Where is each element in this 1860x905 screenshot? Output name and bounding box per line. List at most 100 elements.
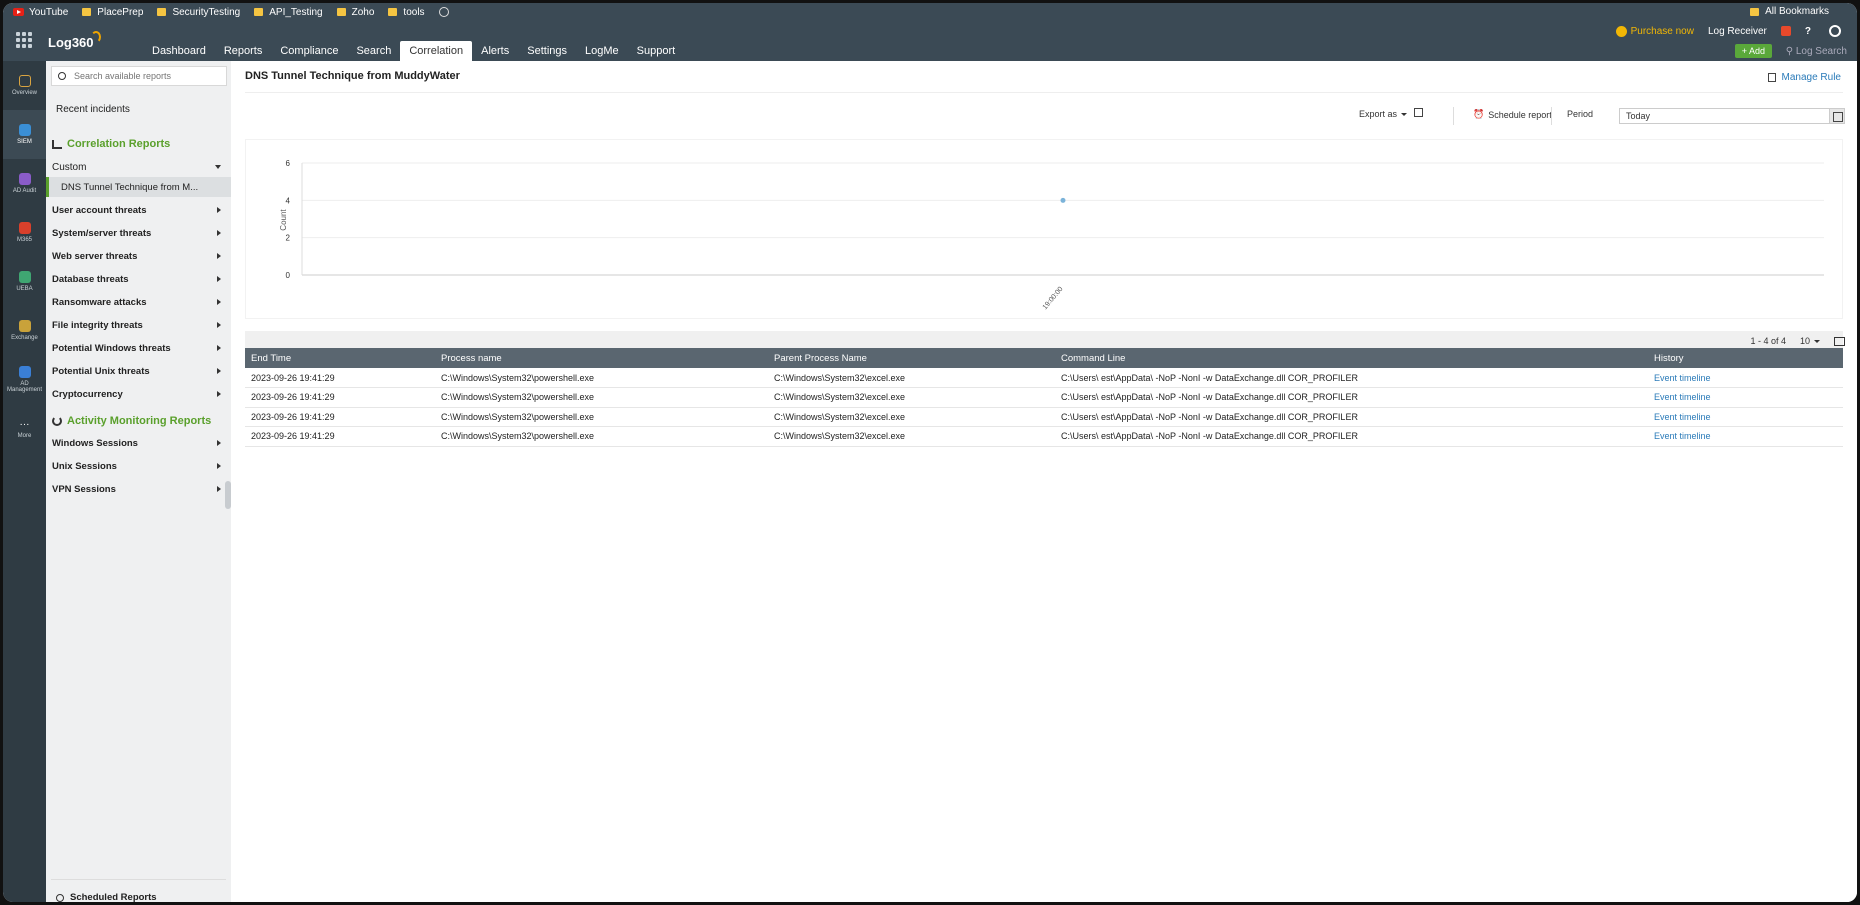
y-tick-label: 6	[286, 159, 291, 168]
log-receiver-link[interactable]: Log Receiver	[1708, 26, 1767, 37]
rail-more[interactable]: ··· More	[3, 404, 46, 453]
exchange-icon	[18, 320, 31, 332]
rail-ad-audit[interactable]: AD Audit	[3, 159, 46, 208]
category-windows-sessions[interactable]: Windows Sessions	[46, 433, 231, 453]
schedule-report-button[interactable]: ⏰ Schedule report	[1473, 109, 1552, 120]
rail-overview[interactable]: Overview	[3, 61, 46, 110]
export-dropdown[interactable]: Export as	[1359, 109, 1408, 119]
reports-sidebar: Recent incidents Correlation Reports Cus…	[46, 61, 231, 902]
col-history[interactable]: History	[1648, 348, 1843, 368]
tab-search[interactable]: Search	[347, 41, 400, 61]
category-web-server-threats[interactable]: Web server threats	[46, 246, 231, 266]
bookmarks-bar: YouTube PlacePrep SecurityTesting API_Te…	[3, 3, 1857, 21]
cell-end-time: 2023-09-26 19:41:29	[245, 407, 435, 427]
category-system-server-threats[interactable]: System/server threats	[46, 223, 231, 243]
bookmark-api-testing[interactable]: API_Testing	[254, 7, 323, 18]
y-axis-label: Count	[279, 209, 288, 231]
event-timeline-link[interactable]: Event timeline	[1648, 407, 1843, 427]
caret-right-icon	[217, 322, 221, 328]
cell-command-line: C:\Users\ est\AppData\ -NoP -NonI -w Dat…	[1055, 407, 1648, 427]
category-database-threats[interactable]: Database threats	[46, 269, 231, 289]
caret-down-icon	[1401, 112, 1408, 116]
tab-reports[interactable]: Reports	[215, 41, 272, 61]
report-search-input[interactable]	[74, 71, 214, 81]
report-dns-tunnel[interactable]: DNS Tunnel Technique from M...	[46, 177, 231, 197]
tab-dashboard[interactable]: Dashboard	[143, 41, 215, 61]
export-settings-icon[interactable]	[1414, 108, 1423, 117]
cart-icon	[1615, 25, 1627, 37]
rail-exchange[interactable]: Exchange	[3, 306, 46, 355]
header-actions: Purchase now Log Receiver ?	[1615, 25, 1841, 37]
add-button[interactable]: + Add	[1734, 44, 1772, 58]
bookmark-tools[interactable]: tools	[388, 7, 425, 18]
manage-rule-link[interactable]: Manage Rule	[1767, 72, 1841, 83]
rail-siem[interactable]: SIEM	[3, 110, 46, 159]
category-file-integrity-threats[interactable]: File integrity threats	[46, 315, 231, 335]
rail-m365[interactable]: M365	[3, 208, 46, 257]
ad-management-icon	[18, 366, 31, 378]
bookmark-placeprep[interactable]: PlacePrep	[82, 7, 143, 18]
recent-incidents-link[interactable]: Recent incidents	[56, 104, 130, 115]
search-icon	[58, 72, 66, 80]
m365-icon	[18, 222, 31, 234]
bookmark-youtube[interactable]: YouTube	[13, 7, 68, 18]
category-ransomware-attacks[interactable]: Ransomware attacks	[46, 292, 231, 312]
tab-logme[interactable]: LogMe	[576, 41, 628, 61]
event-timeline-link[interactable]: Event timeline	[1648, 368, 1843, 388]
folder-icon	[157, 8, 167, 16]
all-bookmarks[interactable]: All Bookmarks	[1750, 6, 1829, 17]
log-search-link[interactable]: ⚲ Log Search	[1786, 46, 1847, 57]
period-input[interactable]: Today	[1619, 108, 1831, 124]
category-vpn-sessions[interactable]: VPN Sessions	[46, 479, 231, 499]
logo-arc-icon	[91, 31, 101, 43]
tab-correlation[interactable]: Correlation	[400, 41, 473, 61]
divider	[51, 879, 226, 880]
tab-settings[interactable]: Settings	[518, 41, 576, 61]
category-custom[interactable]: Custom	[46, 157, 231, 177]
table-toolbar	[245, 331, 1843, 348]
purchase-now-link[interactable]: Purchase now	[1615, 25, 1694, 37]
category-user-account-threats[interactable]: User account threats	[46, 200, 231, 220]
folder-icon	[1750, 7, 1760, 16]
apps-grid-icon[interactable]	[16, 32, 32, 48]
column-chooser-icon[interactable]	[1834, 336, 1845, 346]
caret-down-icon	[215, 165, 221, 169]
y-tick-label: 2	[286, 234, 291, 243]
col-command-line[interactable]: Command Line	[1055, 348, 1648, 368]
globe-icon	[438, 7, 449, 17]
caret-right-icon	[217, 368, 221, 374]
category-cryptocurrency[interactable]: Cryptocurrency	[46, 384, 231, 404]
col-parent-process-name[interactable]: Parent Process Name	[768, 348, 1055, 368]
category-unix-sessions[interactable]: Unix Sessions	[46, 456, 231, 476]
tab-compliance[interactable]: Compliance	[271, 41, 347, 61]
bookmark-globe[interactable]	[438, 7, 449, 17]
bookmark-zoho[interactable]: Zoho	[336, 7, 374, 18]
caret-right-icon	[217, 276, 221, 282]
cell-end-time: 2023-09-26 19:41:29	[245, 387, 435, 408]
caret-down-icon	[1814, 339, 1820, 343]
col-process-name[interactable]: Process name	[435, 348, 768, 368]
rail-ad-management[interactable]: AD Management	[3, 355, 46, 404]
help-icon[interactable]: ?	[1805, 26, 1811, 37]
cell-process-name: C:\Windows\System32\powershell.exe	[435, 426, 768, 447]
toolbar-separator	[1453, 107, 1454, 125]
cell-process-name: C:\Windows\System32\powershell.exe	[435, 407, 768, 427]
caret-right-icon	[217, 207, 221, 213]
rail-ueba[interactable]: UEBA	[3, 257, 46, 306]
main-tabs: Dashboard Reports Compliance Search Corr…	[143, 41, 684, 61]
col-end-time[interactable]: End Time	[245, 348, 435, 368]
user-icon[interactable]	[1829, 25, 1841, 37]
calendar-icon[interactable]	[1829, 108, 1845, 124]
table-row: 2023-09-26 19:41:29 C:\Windows\System32\…	[245, 368, 1843, 388]
tab-support[interactable]: Support	[628, 41, 685, 61]
event-timeline-link[interactable]: Event timeline	[1648, 426, 1843, 447]
bookmark-securitytesting[interactable]: SecurityTesting	[157, 7, 240, 18]
per-page-select[interactable]: 10	[1800, 336, 1820, 346]
page-range: 1 - 4 of 4	[1750, 336, 1786, 346]
scheduled-reports-link[interactable]: Scheduled Reports	[56, 892, 157, 902]
category-potential-windows-threats[interactable]: Potential Windows threats	[46, 338, 231, 358]
category-potential-unix-threats[interactable]: Potential Unix threats	[46, 361, 231, 381]
notification-icon[interactable]	[1780, 26, 1791, 36]
event-timeline-link[interactable]: Event timeline	[1648, 387, 1843, 408]
tab-alerts[interactable]: Alerts	[472, 41, 518, 61]
